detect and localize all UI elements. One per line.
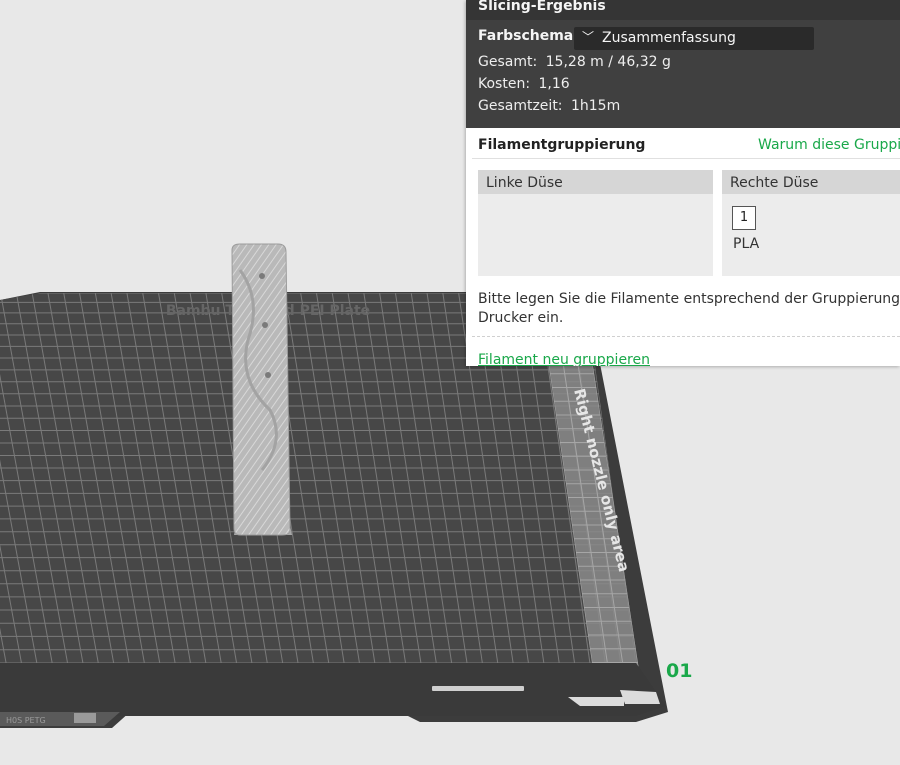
stat-cost-value: 1,16 bbox=[538, 76, 570, 92]
grouping-hint-line2: Drucker ein. bbox=[478, 310, 564, 326]
right-nozzle-box: Rechte Düse 1 PLA bbox=[722, 170, 900, 276]
slicing-summary-section: Slicing-Ergebnis Farbschema ﹀ Zusammenfa… bbox=[466, 0, 900, 128]
stat-time-value: 1h15m bbox=[570, 98, 621, 114]
dashed-divider bbox=[472, 336, 900, 337]
plate-number[interactable]: 01 bbox=[666, 660, 692, 682]
regroup-filament-link[interactable]: Filament neu gruppieren bbox=[478, 352, 650, 366]
grouping-hint-line1: Bitte legen Sie die Filamente entspreche… bbox=[478, 291, 900, 307]
divider bbox=[472, 158, 900, 159]
plate-corner-label: H0S PETG bbox=[6, 716, 46, 725]
filament-grouping-title: Filamentgruppierung bbox=[478, 137, 646, 153]
stat-cost-label: Kosten: bbox=[478, 76, 531, 92]
printed-model[interactable] bbox=[231, 243, 292, 536]
slicing-result-panel: Slicing-Ergebnis Farbschema ﹀ Zusammenfa… bbox=[466, 0, 900, 366]
filament-chip[interactable]: 1 bbox=[732, 206, 756, 230]
stat-time: Gesamtzeit: 1h15m bbox=[478, 98, 620, 114]
right-nozzle-header: Rechte Düse bbox=[722, 170, 900, 194]
color-scheme-label: Farbschema bbox=[478, 28, 574, 44]
why-grouping-link[interactable]: Warum diese Gruppierung? bbox=[758, 137, 900, 153]
stat-total: Gesamt: 15,28 m / 46,32 g bbox=[478, 54, 671, 70]
panel-title: Slicing-Ergebnis bbox=[466, 0, 900, 20]
color-scheme-dropdown[interactable]: ﹀ Zusammenfassung bbox=[574, 27, 814, 50]
filament-type-label: PLA bbox=[733, 236, 760, 252]
grouping-hint: Bitte legen Sie die Filamente entspreche… bbox=[478, 290, 900, 328]
stat-cost: Kosten: 1,16 bbox=[478, 76, 570, 92]
left-nozzle-header: Linke Düse bbox=[478, 170, 713, 194]
stat-time-label: Gesamtzeit: bbox=[478, 98, 563, 114]
stat-total-value: 15,28 m / 46,32 g bbox=[545, 54, 671, 70]
stat-total-label: Gesamt: bbox=[478, 54, 538, 70]
left-nozzle-box: Linke Düse bbox=[478, 170, 713, 276]
color-scheme-value: Zusammenfassung bbox=[602, 30, 736, 46]
chevron-down-icon: ﹀ bbox=[582, 30, 595, 44]
